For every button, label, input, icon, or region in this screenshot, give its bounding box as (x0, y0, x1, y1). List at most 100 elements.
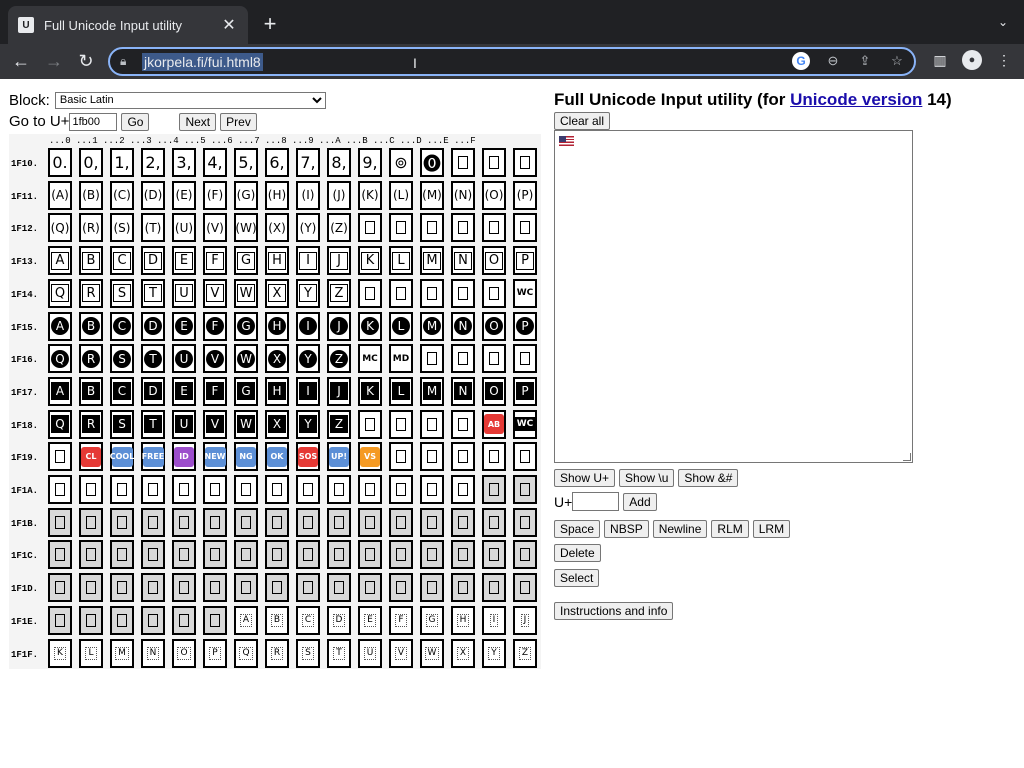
char-cell[interactable]: R (265, 638, 289, 668)
char-cell[interactable]: Y (482, 638, 506, 668)
char-cell[interactable]: 6, (265, 148, 289, 177)
char-cell[interactable]: 8, (327, 148, 351, 177)
char-cell[interactable]: SOS (296, 442, 320, 472)
char-cell[interactable] (420, 213, 444, 243)
char-cell[interactable]: VS (358, 442, 382, 472)
char-cell[interactable]: WC (513, 278, 537, 308)
char-cell[interactable] (48, 507, 72, 537)
char-cell[interactable]: (D) (141, 180, 165, 210)
char-cell[interactable] (48, 605, 72, 635)
char-cell[interactable]: O (482, 311, 506, 341)
output-textarea[interactable] (554, 130, 913, 463)
char-cell[interactable] (172, 540, 196, 570)
char-cell[interactable]: K (358, 311, 382, 341)
char-cell[interactable]: (F) (203, 180, 227, 210)
char-cell[interactable] (482, 278, 506, 308)
char-cell[interactable]: D (327, 605, 351, 635)
char-cell[interactable] (358, 278, 382, 308)
char-cell[interactable] (234, 507, 258, 537)
char-cell[interactable]: B (79, 376, 103, 406)
char-cell[interactable]: P (513, 376, 537, 406)
char-cell[interactable] (203, 507, 227, 537)
char-cell[interactable]: 5, (234, 148, 258, 177)
char-cell[interactable]: (U) (172, 213, 196, 243)
char-cell[interactable]: 1, (110, 148, 134, 177)
char-cell[interactable]: J (327, 311, 351, 341)
char-cell[interactable]: (S) (110, 213, 134, 243)
char-cell[interactable]: (K) (358, 180, 382, 210)
char-cell[interactable]: (L) (389, 180, 413, 210)
char-cell[interactable] (451, 507, 475, 537)
char-cell[interactable]: O (172, 638, 196, 668)
char-cell[interactable]: I (296, 246, 320, 276)
char-cell[interactable] (482, 507, 506, 537)
char-cell[interactable] (451, 442, 475, 472)
char-cell[interactable]: MC (358, 344, 382, 374)
char-cell[interactable]: M (110, 638, 134, 668)
char-cell[interactable] (482, 442, 506, 472)
char-cell[interactable]: N (141, 638, 165, 668)
char-cell[interactable]: M (420, 376, 444, 406)
resize-handle-icon[interactable] (903, 453, 911, 461)
char-cell[interactable]: T (141, 344, 165, 374)
char-cell[interactable] (203, 573, 227, 603)
char-cell[interactable] (451, 540, 475, 570)
goto-input[interactable] (69, 112, 118, 131)
char-cell[interactable]: (N) (451, 180, 475, 210)
newline-button[interactable]: Newline (652, 520, 708, 538)
char-cell[interactable]: H (265, 246, 289, 276)
char-cell[interactable] (389, 475, 413, 504)
char-cell[interactable] (482, 540, 506, 570)
char-cell[interactable]: A (48, 376, 72, 406)
char-cell[interactable]: E (358, 605, 382, 635)
char-cell[interactable]: (P) (513, 180, 537, 210)
char-cell[interactable]: X (265, 344, 289, 374)
char-cell[interactable]: (B) (79, 180, 103, 210)
char-cell[interactable] (451, 409, 475, 439)
show-uplus-button[interactable]: Show U+ (554, 469, 616, 487)
char-cell[interactable]: (E) (172, 180, 196, 210)
char-cell[interactable] (513, 213, 537, 243)
char-cell[interactable]: V (203, 344, 227, 374)
char-cell[interactable]: (Q) (48, 213, 72, 243)
char-cell[interactable]: F (203, 376, 227, 406)
select-button[interactable]: Select (554, 569, 600, 587)
char-cell[interactable]: X (265, 278, 289, 308)
char-cell[interactable]: L (389, 311, 413, 341)
char-cell[interactable] (513, 148, 537, 177)
url-text[interactable]: jkorpela.fi/fui.html8 (142, 52, 263, 71)
char-cell[interactable] (48, 573, 72, 603)
char-cell[interactable] (389, 507, 413, 537)
char-cell[interactable]: (X) (265, 213, 289, 243)
char-cell[interactable]: Z (327, 344, 351, 374)
char-cell[interactable] (358, 409, 382, 439)
go-button[interactable]: Go (121, 112, 150, 131)
char-cell[interactable]: B (265, 605, 289, 635)
char-cell[interactable]: ⓿ (420, 148, 444, 177)
char-cell[interactable] (358, 573, 382, 603)
char-cell[interactable]: 0. (48, 148, 72, 177)
char-cell[interactable]: Z (327, 409, 351, 439)
char-cell[interactable] (79, 605, 103, 635)
char-cell[interactable]: (V) (203, 213, 227, 243)
char-cell[interactable]: S (296, 638, 320, 668)
char-cell[interactable]: U (172, 344, 196, 374)
char-cell[interactable] (513, 573, 537, 603)
char-cell[interactable]: H (265, 311, 289, 341)
char-cell[interactable]: M (420, 311, 444, 341)
char-cell[interactable] (327, 540, 351, 570)
char-cell[interactable] (513, 507, 537, 537)
char-cell[interactable]: J (513, 605, 537, 635)
char-cell[interactable] (389, 540, 413, 570)
char-cell[interactable] (296, 573, 320, 603)
char-cell[interactable]: L (79, 638, 103, 668)
rlm-button[interactable]: RLM (711, 520, 749, 538)
char-cell[interactable]: E (172, 246, 196, 276)
char-cell[interactable] (358, 475, 382, 504)
char-cell[interactable]: (J) (327, 180, 351, 210)
instructions-button[interactable]: Instructions and info (554, 602, 674, 620)
char-cell[interactable] (296, 540, 320, 570)
char-cell[interactable] (420, 540, 444, 570)
tab-search-chevron-icon[interactable]: ⌄ (994, 13, 1012, 31)
char-cell[interactable]: B (79, 311, 103, 341)
